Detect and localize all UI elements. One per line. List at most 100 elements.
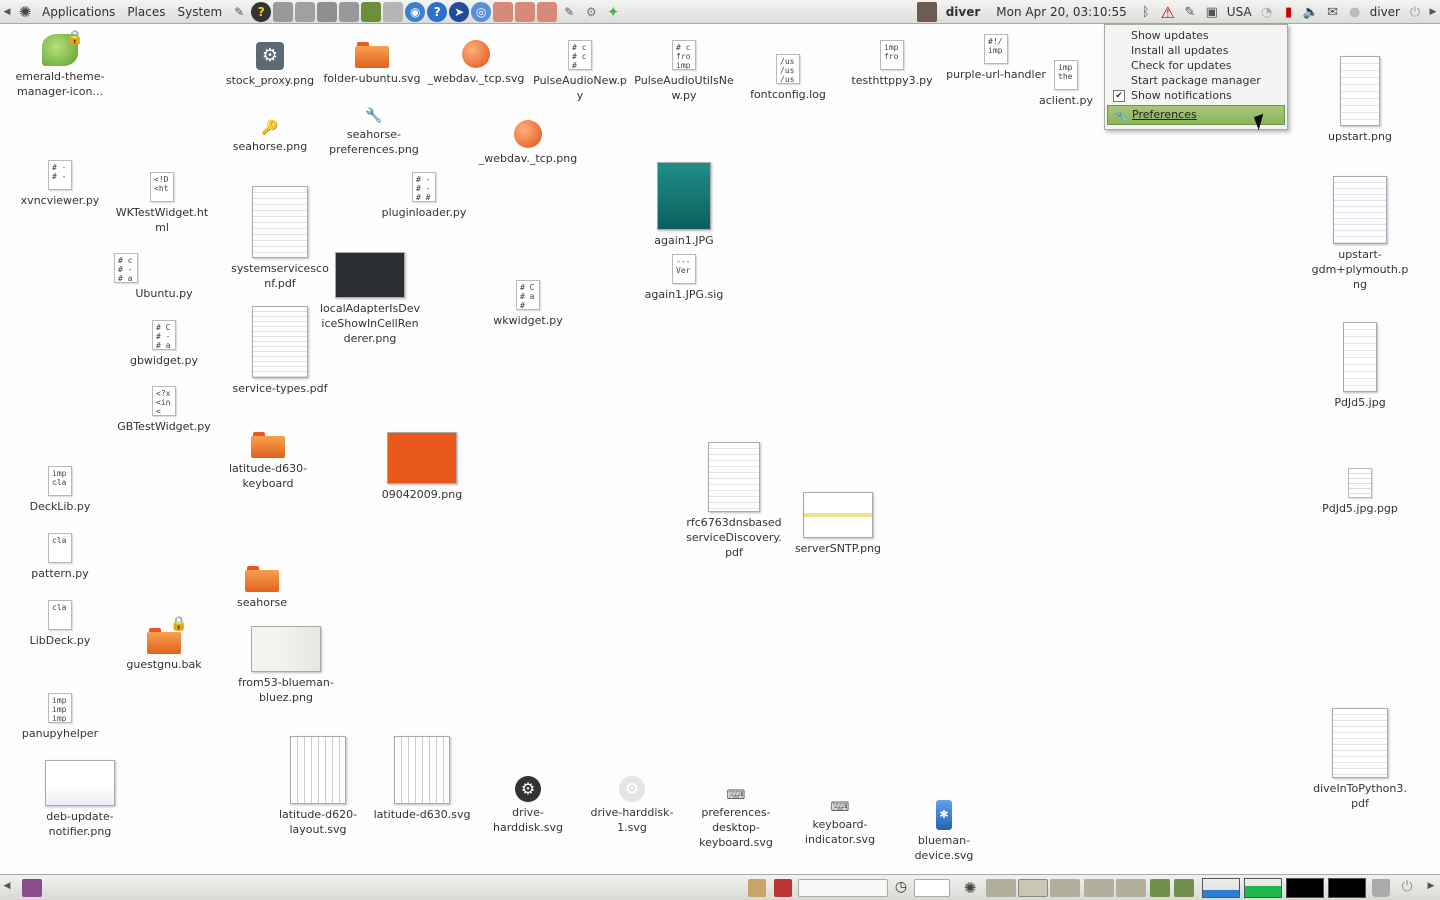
desktop-icon[interactable]: imp fro testhttppy3.py	[842, 40, 942, 88]
timer-icon[interactable]: ◷	[892, 879, 910, 897]
desktop-icon[interactable]: rfc6763dnsbasedserviceDiscovery.pdf	[684, 442, 784, 560]
desktop-icon[interactable]: # c fro imp PulseAudioUtilsNew.py	[634, 40, 734, 103]
desktop-icon[interactable]: again1.JPG	[634, 162, 734, 248]
menu-places[interactable]: Places	[121, 5, 171, 19]
record-launcher-icon[interactable]	[493, 1, 514, 22]
desktop-icon[interactable]: serverSNTP.png	[788, 492, 888, 556]
workspace-5[interactable]	[1116, 879, 1146, 897]
network-monitor[interactable]	[914, 879, 950, 897]
record-launcher-3-icon[interactable]	[537, 1, 558, 22]
dictionary-icon[interactable]	[774, 879, 792, 897]
help-icon[interactable]: ?	[251, 1, 272, 22]
menu-item-show-updates[interactable]: Show updates	[1105, 28, 1287, 43]
desktop-icon[interactable]: 🔧 seahorse-preferences.png	[324, 108, 424, 157]
avatar[interactable]	[916, 2, 937, 22]
disk-graph[interactable]	[1328, 878, 1366, 898]
volume-icon[interactable]: 🔈	[1301, 2, 1321, 22]
desktop-icon[interactable]: cla pattern.py	[10, 533, 110, 581]
mail-icon[interactable]: ✉	[1323, 2, 1343, 22]
desktop-icon[interactable]: # C # - # a gbwidget.py	[114, 320, 214, 368]
desktop-icon[interactable]: Ubuntu.py	[114, 286, 214, 301]
desktop-icon[interactable]: upstart-gdm+plymouth.png	[1310, 176, 1410, 292]
clipboard-icon[interactable]	[748, 879, 766, 897]
desktop-icon[interactable]: ⌨ keyboard-indicator.svg	[790, 801, 890, 847]
desktop-icon[interactable]: systemservicesconf.pdf	[230, 186, 330, 291]
power-icon[interactable]: ⏻	[1405, 2, 1425, 22]
desktop-icon[interactable]: upstart.png	[1310, 56, 1410, 144]
menu-item-install-all-updates[interactable]: Install all updates	[1105, 43, 1287, 58]
panel-scroll-right-icon[interactable]: ▶	[1426, 7, 1440, 17]
brightness-icon[interactable]: ✺	[960, 879, 980, 897]
run-launcher-icon[interactable]: ✦	[603, 2, 623, 22]
desktop-icon[interactable]: cla LibDeck.py	[10, 600, 110, 648]
desktop-icon[interactable]: ⚙ drive-harddisk.svg	[478, 776, 578, 835]
desktop-icon[interactable]: folder-ubuntu.svg	[322, 42, 422, 86]
window-launcher-2-icon[interactable]	[295, 1, 316, 22]
charts-launcher-icon[interactable]	[361, 1, 382, 22]
trash-icon[interactable]	[1372, 879, 1390, 897]
update-alert-icon[interactable]: ⚠	[1158, 2, 1178, 22]
menu-system[interactable]: System	[171, 5, 228, 19]
network-graph[interactable]	[1286, 878, 1324, 898]
desktop-icon[interactable]: 09042009.png	[372, 432, 472, 502]
desktop-icon[interactable]: # - # - # # pluginloader.py	[374, 172, 474, 220]
desktop-icon[interactable]: PdJd5.jpg.pgp	[1310, 468, 1410, 516]
desktop-icon[interactable]: latitude-d630-keyboard	[218, 432, 318, 491]
search-input[interactable]	[798, 879, 888, 897]
panel-scroll-left-icon[interactable]: ◀	[0, 7, 14, 17]
desktop-icon[interactable]: seahorse	[212, 566, 312, 610]
desktop-icon[interactable]: diveInToPython3.pdf	[1310, 708, 1410, 811]
workspace-2[interactable]	[1018, 879, 1048, 897]
menu-applications[interactable]: Applications	[36, 5, 121, 19]
desktop-icon[interactable]: latitude-d620-layout.svg	[268, 736, 368, 837]
keyboard-layout[interactable]: USA	[1223, 5, 1256, 19]
desktop-icon[interactable]: 🔑 seahorse.png	[220, 120, 320, 154]
bluetooth-icon[interactable]: ᛒ	[1136, 2, 1156, 22]
desktop-icon[interactable]: # C # a # wkwidget.py	[478, 280, 578, 328]
user-name[interactable]: diver	[938, 5, 989, 19]
menu-item-start-package-manager[interactable]: Start package manager	[1105, 73, 1287, 88]
desktop-icon[interactable]: from53-blueman-bluez.png	[236, 626, 336, 705]
menu-item-check-for-updates[interactable]: Check for updates	[1105, 58, 1287, 73]
desktop-icon[interactable]: <?x <in < GBTestWidget.py	[114, 386, 214, 434]
desktop-icon[interactable]: --- Ver again1.JPG.sig	[634, 254, 734, 302]
chip-monitor-icon[interactable]	[1150, 879, 1170, 897]
battery-icon[interactable]: ▮	[1279, 2, 1299, 22]
desktop-icon[interactable]: /us /us /us fontconfig.log	[738, 54, 838, 102]
desktop-icon[interactable]: emerald-theme-manager-icon...	[10, 34, 110, 99]
desktop-icon[interactable]: guestgnu.bak	[114, 628, 214, 672]
workspace-3[interactable]	[1050, 879, 1080, 897]
panel-scroll-left-icon[interactable]: ◀	[0, 881, 14, 899]
desktop-icon[interactable]: _webdav._tcp.svg	[426, 40, 526, 86]
desktop-icon[interactable]: latitude-d630.svg	[372, 736, 472, 822]
record-launcher-2-icon[interactable]	[515, 1, 536, 22]
menu-item-show-notifications[interactable]: ✔ Show notifications	[1105, 88, 1287, 103]
window-launcher-icon[interactable]	[273, 1, 294, 22]
desktop-icon[interactable]: # - # - xvncviewer.py	[10, 160, 110, 208]
desktop-icon[interactable]: service-types.pdf	[230, 306, 330, 396]
nautilus-icon[interactable]: ➤	[449, 1, 470, 22]
show-desktop-icon[interactable]	[22, 879, 42, 897]
power-icon[interactable]: ⏻	[1398, 879, 1416, 897]
window-launcher-3-icon[interactable]	[317, 1, 338, 22]
workspace-1[interactable]	[986, 879, 1016, 897]
memory-graph[interactable]	[1244, 878, 1282, 898]
help-blue-icon[interactable]: ?	[427, 1, 448, 22]
cpu-graph[interactable]	[1202, 878, 1240, 898]
desktop-icon[interactable]: localAdapterIsDeviceShowInCellRenderer.p…	[320, 252, 420, 346]
chat-user[interactable]: diver	[1366, 5, 1404, 19]
desktop-icon[interactable]: imp imp imp panupyhelper	[10, 693, 110, 741]
desktop-icon[interactable]: _webdav._tcp.png	[478, 120, 578, 166]
panel-scroll-right-icon[interactable]: ▶	[1424, 881, 1438, 899]
chromium-icon[interactable]: ◎	[471, 1, 492, 22]
desktop-icon[interactable]: imp the aclient.py	[1016, 60, 1116, 108]
clock[interactable]: Mon Apr 20, 03:10:55	[988, 5, 1134, 19]
desktop-icon[interactable]: deb-update-notifier.png	[30, 760, 130, 839]
settings-launcher-icon[interactable]: ⚙	[581, 2, 601, 22]
edit-icon[interactable]: ✎	[1180, 2, 1200, 22]
chat-icon[interactable]: ●	[1345, 2, 1365, 22]
desktop-icon[interactable]: # c # - # a	[10, 253, 138, 286]
desktop-icon[interactable]: imp cla DeckLib.py	[10, 466, 110, 514]
desktop-icon[interactable]: PdJd5.jpg	[1310, 322, 1410, 410]
web-browser-icon[interactable]: ◉	[405, 1, 426, 22]
